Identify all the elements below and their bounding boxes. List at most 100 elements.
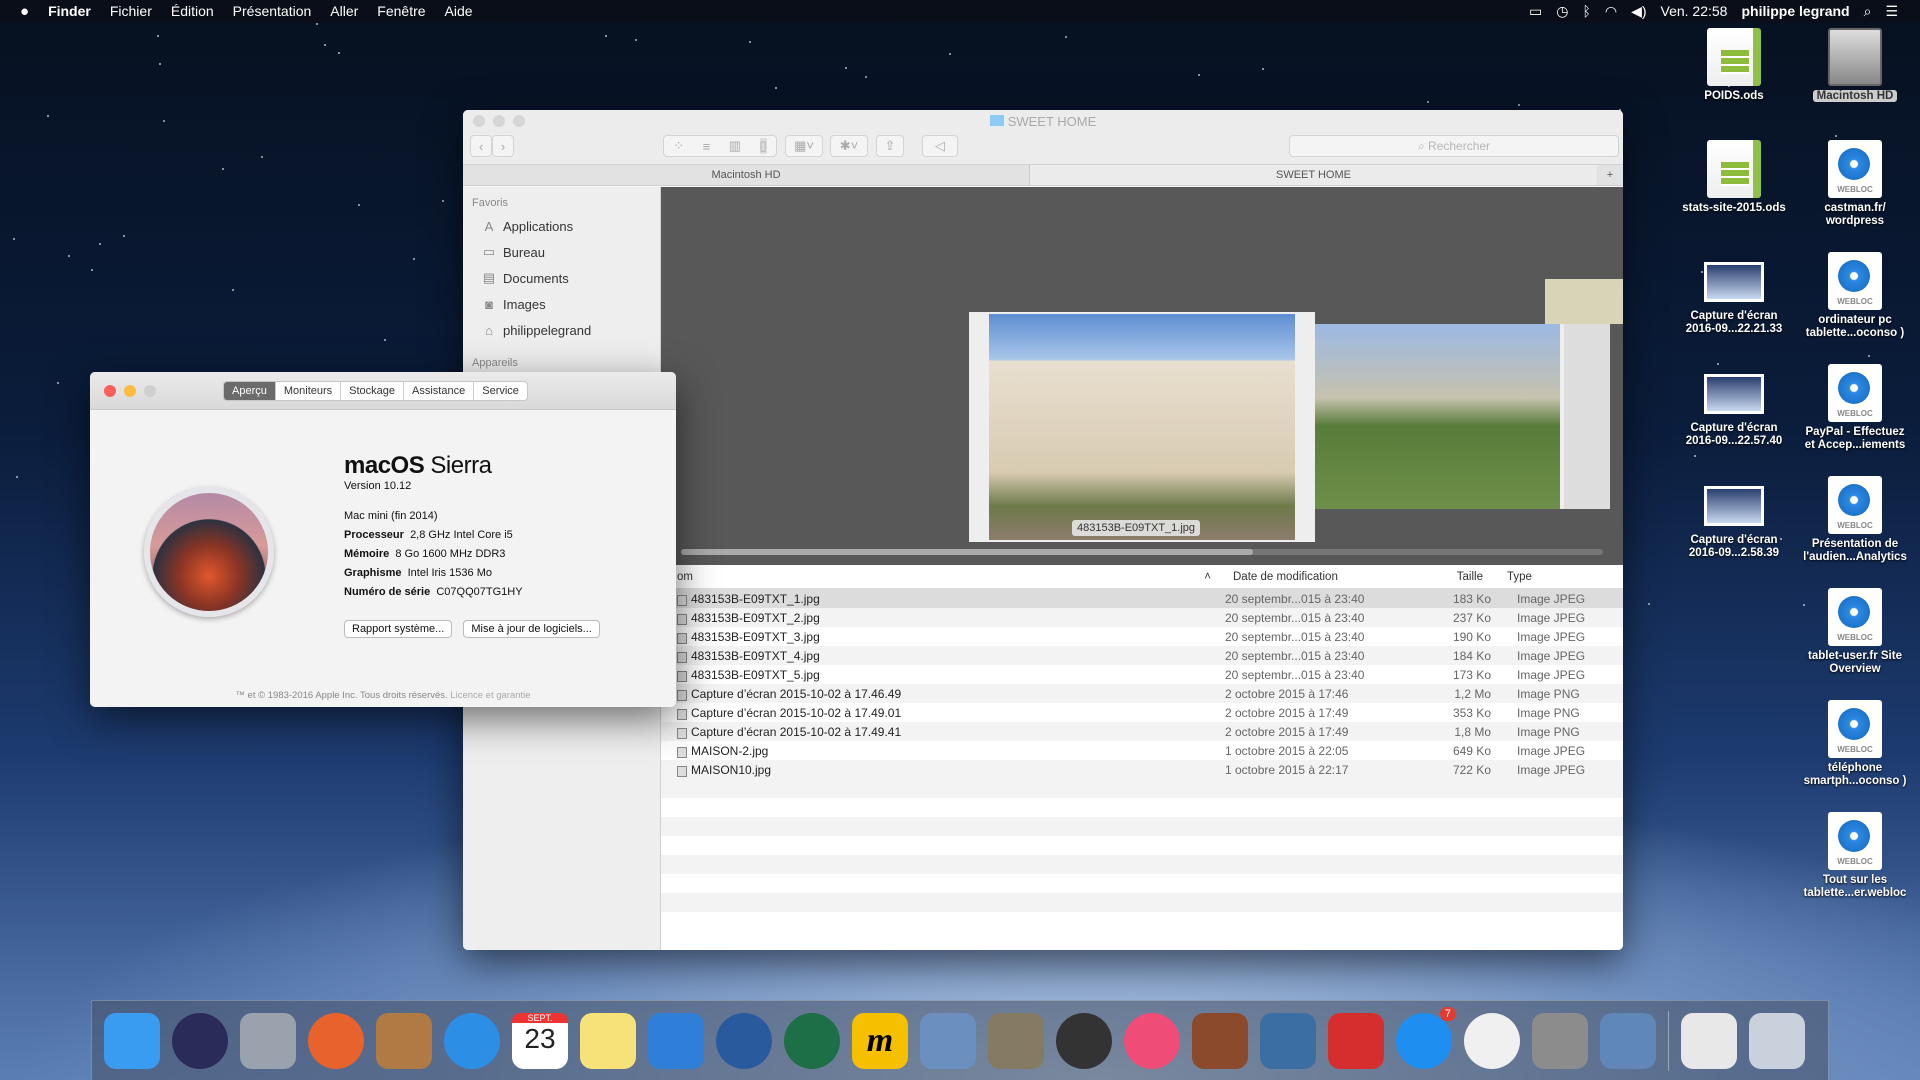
dock-time-machine[interactable] xyxy=(784,1012,840,1069)
column-date[interactable]: Date de modification xyxy=(1221,571,1411,583)
column-size[interactable]: Taille xyxy=(1411,571,1483,583)
coverflow-view[interactable]: 483153B-E09TXT_1.jpg xyxy=(661,187,1623,565)
tab-assistance[interactable]: Assistance xyxy=(404,382,475,400)
software-update-button[interactable]: Mise à jour de logiciels... xyxy=(463,620,600,638)
zoom-button[interactable] xyxy=(144,385,156,397)
desktop-icon-web[interactable]: tablet-user.fr Site Overview xyxy=(1800,588,1910,676)
notification-center-icon[interactable]: ☰ xyxy=(1885,3,1898,20)
file-row[interactable]: MAISON-2.jpg 1 octobre 2015 à 22:05 649 Ko… xyxy=(661,741,1623,760)
dock-migration[interactable] xyxy=(1600,1012,1656,1069)
column-view-icon[interactable]: ▥ xyxy=(729,138,741,154)
desktop-icon-hd[interactable]: Macintosh HD xyxy=(1800,28,1910,103)
view-mode-control[interactable]: ⁘ ≡ ▥ ▯ xyxy=(663,135,777,157)
menu-edition[interactable]: Édition xyxy=(171,3,214,19)
sidebar-item-bureau[interactable]: ▭ Bureau xyxy=(463,239,660,265)
action-gear-button[interactable]: ✱˅ xyxy=(830,135,868,157)
sidebar-item-documents[interactable]: ▤ Documents xyxy=(463,265,660,291)
dock-m-app[interactable]: m xyxy=(852,1012,908,1069)
coverflow-scrollbar[interactable] xyxy=(681,549,1603,555)
file-row[interactable]: 483153B-E09TXT_1.jpg 20 septembr...015 à … xyxy=(661,589,1623,608)
sidebar-item-applications[interactable]: A Applications xyxy=(463,213,660,239)
tab-stockage[interactable]: Stockage xyxy=(341,382,405,400)
airplay-icon[interactable]: ▭ xyxy=(1529,3,1542,20)
volume-icon[interactable]: ◀) xyxy=(1631,3,1646,20)
license-link[interactable]: Licence et garantie xyxy=(450,690,530,701)
coverflow-image-next-2[interactable] xyxy=(1560,324,1610,509)
sidebar-item-home[interactable]: ⌂ philippelegrand xyxy=(463,317,660,343)
wifi-icon[interactable]: ◠ xyxy=(1605,3,1617,20)
dock-gimp[interactable] xyxy=(988,1012,1044,1069)
dock-launchpad[interactable] xyxy=(240,1012,296,1069)
file-row[interactable]: 483153B-E09TXT_2.jpg 20 septembr...015 à … xyxy=(661,608,1623,627)
coverflow-view-icon[interactable]: ▯ xyxy=(759,138,767,154)
dock-siri[interactable] xyxy=(172,1012,228,1069)
about-title-bar[interactable]: Aperçu Moniteurs Stockage Assistance Ser… xyxy=(90,372,676,410)
desktop-icon-web[interactable]: téléphone smartph...oconso ) xyxy=(1800,700,1910,788)
dock-scanner[interactable] xyxy=(1260,1012,1316,1069)
desktop-icon-shot[interactable]: Capture d'écran 2016-09...22.57.40 xyxy=(1679,364,1789,448)
menu-presentation[interactable]: Présentation xyxy=(233,3,312,19)
file-row[interactable]: MAISON10.jpg 1 octobre 2015 à 22:17 722 Ko… xyxy=(661,760,1623,779)
coverflow-image-current[interactable]: 483153B-E09TXT_1.jpg xyxy=(969,312,1315,542)
apple-menu-icon[interactable]: ● xyxy=(20,3,29,20)
desktop-icon-web[interactable]: castman.fr/ wordpress xyxy=(1800,140,1910,228)
file-row[interactable]: Capture d’écran 2015-10-02 à 17.49.41 2 o… xyxy=(661,722,1623,741)
dock-itunes[interactable] xyxy=(1124,1012,1180,1069)
tab-service[interactable]: Service xyxy=(474,382,527,400)
dock-app-store[interactable]: 7 xyxy=(1396,1006,1456,1069)
file-row[interactable]: 483153B-E09TXT_4.jpg 20 septembr...015 à … xyxy=(661,646,1623,665)
arrange-button[interactable]: ▦˅ xyxy=(785,135,823,157)
desktop-icon-shot[interactable]: Capture d'écran 2016-09...22.21.33 xyxy=(1679,252,1789,336)
dock-system-preferences[interactable] xyxy=(1532,1012,1588,1069)
system-report-button[interactable]: Rapport système... xyxy=(344,620,453,638)
dock-safari[interactable] xyxy=(444,1012,500,1069)
file-row[interactable]: 483153B-E09TXT_3.jpg 20 septembr...015 à … xyxy=(661,627,1623,646)
desktop-icon-web[interactable]: Tout sur les tablette...er.webloc xyxy=(1800,812,1910,900)
coverflow-image-far[interactable] xyxy=(1545,279,1623,324)
menu-fichier[interactable]: Fichier xyxy=(110,3,152,19)
spotlight-icon[interactable]: ⌕ xyxy=(1864,3,1872,20)
dock-sketchup[interactable] xyxy=(1328,1012,1384,1069)
column-type[interactable]: Type xyxy=(1483,571,1532,583)
dock-dashboard[interactable] xyxy=(1056,1012,1112,1069)
dock-archive[interactable] xyxy=(1192,1012,1248,1069)
list-view-icon[interactable]: ≡ xyxy=(703,139,711,154)
bluetooth-icon[interactable]: ᛒ xyxy=(1582,3,1590,19)
dock-photos[interactable] xyxy=(1464,1012,1520,1069)
dock-thunderbird[interactable] xyxy=(716,1012,772,1069)
dock-firefox[interactable] xyxy=(308,1012,364,1069)
clock[interactable]: Ven. 22:58 xyxy=(1661,3,1728,19)
sidebar-item-images[interactable]: ◙ Images xyxy=(463,291,660,317)
desktop-icon-web[interactable]: ordinateur pc tablette...oconso ) xyxy=(1800,252,1910,340)
file-row[interactable]: Capture d’écran 2015-10-02 à 17.46.49 2 o… xyxy=(661,684,1623,703)
search-input[interactable]: ⌕ Rechercher xyxy=(1289,135,1619,157)
desktop-icon-ods[interactable]: stats-site-2015.ods xyxy=(1679,140,1789,215)
close-button[interactable] xyxy=(104,385,116,397)
desktop-icon-ods[interactable]: POIDS.ods xyxy=(1679,28,1789,103)
dock-contacts[interactable] xyxy=(376,1012,432,1069)
menu-finder[interactable]: Finder xyxy=(48,3,91,19)
finder-title-bar[interactable]: SWEET HOME xyxy=(463,110,1623,132)
icon-view-icon[interactable]: ⁘ xyxy=(673,138,684,154)
dock-finder[interactable] xyxy=(104,1012,160,1069)
desktop-icon-shot[interactable]: Capture d'écran 2016-09...2.58.39 xyxy=(1679,476,1789,560)
coverflow-image-next[interactable] xyxy=(1315,324,1560,509)
new-tab-button[interactable]: + xyxy=(1597,165,1623,185)
minimize-button[interactable] xyxy=(493,115,505,127)
menu-aller[interactable]: Aller xyxy=(330,3,358,19)
share-button[interactable]: ⇪ xyxy=(876,135,904,157)
dock-calendar[interactable]: SEPT. 23 xyxy=(512,1012,568,1069)
file-row[interactable]: 483153B-E09TXT_5.jpg 20 septembr...015 à … xyxy=(661,665,1623,684)
user-menu[interactable]: philippe legrand xyxy=(1741,3,1849,19)
column-name[interactable]: om ˄ xyxy=(661,571,1221,583)
dock-documents-stack[interactable] xyxy=(1681,1012,1737,1069)
tab-moniteurs[interactable]: Moniteurs xyxy=(276,382,342,400)
dock-notes[interactable] xyxy=(580,1012,636,1069)
file-row[interactable]: Capture d’écran 2015-10-02 à 17.49.01 2 o… xyxy=(661,703,1623,722)
menu-aide[interactable]: Aide xyxy=(445,3,473,19)
tab-sweet-home[interactable]: SWEET HOME xyxy=(1030,165,1597,185)
zoom-button[interactable] xyxy=(513,115,525,127)
close-button[interactable] xyxy=(473,115,485,127)
dock-preview[interactable] xyxy=(920,1012,976,1069)
dock-trash[interactable] xyxy=(1749,1012,1805,1069)
